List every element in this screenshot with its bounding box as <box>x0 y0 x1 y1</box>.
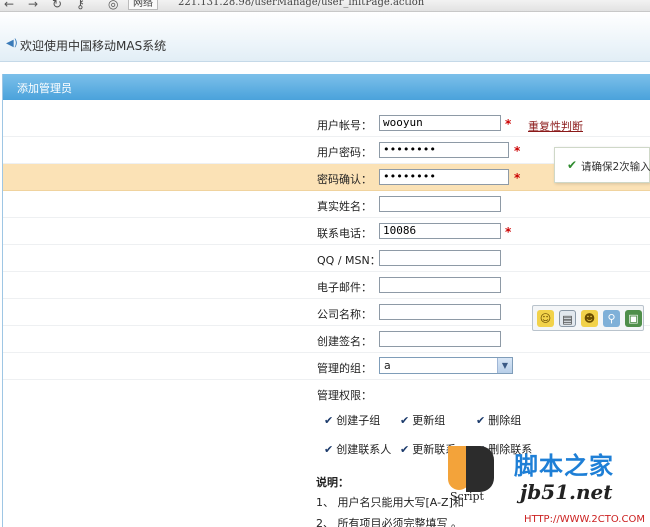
checkmark-icon[interactable]: ✔ <box>400 414 409 427</box>
password-input[interactable]: •••••••• <box>379 142 509 158</box>
permission-delete-group[interactable]: ✔ 删除组 <box>476 412 521 428</box>
checkmark-icon: ✔ <box>567 158 578 172</box>
watermark-logo: Script <box>440 444 500 508</box>
search-people-icon[interactable]: ⚲ <box>603 310 620 327</box>
required-mark: * <box>514 144 521 158</box>
logo-b-shape <box>466 446 494 492</box>
group-select-value: a <box>384 359 391 372</box>
permissions-group: ✔创建子组 ✔更新组 ✔删除组 ✔创建联系人 ✔更新联系 ✔删除联系 <box>312 398 544 460</box>
chevron-down-icon[interactable]: ▼ <box>497 358 512 373</box>
watermark-site-name: 脚本之家 <box>514 452 614 480</box>
forward-arrow-icon[interactable]: → <box>28 0 38 10</box>
browser-toolbar: ← → ↻ ⚷ ◎ 网络 221.131.28.98/userManage/us… <box>0 0 650 12</box>
account-label: 用户帐号： <box>317 119 372 132</box>
email-input[interactable] <box>379 277 501 293</box>
watermark-url: HTTP://WWW.2CTO.COM <box>524 514 645 525</box>
key-icon[interactable]: ⚷ <box>76 0 85 10</box>
confirm-password-input[interactable]: •••••••• <box>379 169 509 185</box>
smiley-icon[interactable]: ☺ <box>537 310 554 327</box>
phone-label: 联系电话： <box>317 227 372 240</box>
realname-input[interactable] <box>379 196 501 212</box>
floating-toolbar: ☺ ▤ ☻ ⚲ ▣ <box>532 305 644 331</box>
refresh-icon[interactable]: ↻ <box>52 0 62 10</box>
row-email: 电子邮件： <box>3 272 650 299</box>
row-password: 用户密码： •••••••• * <box>3 137 650 164</box>
permission-create-contact[interactable]: ✔ 创建联系人 <box>324 441 391 457</box>
row-account: 用户帐号： wooyun * 重复性判断 <box>3 110 650 137</box>
panel-header: 添加管理员 <box>3 74 650 100</box>
address-label: 网络 <box>128 0 158 10</box>
company-label: 公司名称： <box>317 308 372 321</box>
notebook-icon[interactable]: ▣ <box>625 310 642 327</box>
row-group: 管理的组： a ▼ <box>3 353 650 380</box>
confirm-password-label: 密码确认： <box>317 173 372 186</box>
required-mark: * <box>505 225 512 239</box>
signature-label: 创建签名： <box>317 335 372 348</box>
password-label: 用户密码： <box>317 146 372 159</box>
signature-input[interactable] <box>379 331 501 347</box>
permission-create-subgroup[interactable]: ✔ 创建子组 <box>324 412 380 428</box>
notes-title: 说明： <box>316 476 349 489</box>
validation-tooltip: ✔ 请确保2次输入 <box>554 147 650 183</box>
tooltip-text: 请确保2次输入 <box>581 161 650 173</box>
speaker-icon: ◀) <box>6 38 18 49</box>
group-label: 管理的组： <box>317 362 372 375</box>
email-label: 电子邮件： <box>317 281 372 294</box>
panel-title: 添加管理员 <box>17 82 72 95</box>
checkmark-icon[interactable]: ✔ <box>324 414 333 427</box>
duplicate-check-link[interactable]: 重复性判断 <box>528 118 583 134</box>
row-realname: 真实姓名： <box>3 191 650 218</box>
checkmark-icon[interactable]: ✔ <box>400 443 409 456</box>
qq-msn-label: QQ / MSN： <box>317 254 381 267</box>
account-input[interactable]: wooyun <box>379 115 501 131</box>
qq-msn-input[interactable] <box>379 250 501 266</box>
phone-input[interactable]: 10086 <box>379 223 501 239</box>
row-confirm-password: 密码确认： •••••••• * <box>3 164 650 191</box>
row-phone: 联系电话： 10086 * <box>3 218 650 245</box>
note-line-2: 2、 所有项目必须完整填写 。 <box>316 517 462 527</box>
document-icon[interactable]: ▤ <box>559 310 576 327</box>
required-mark: * <box>514 171 521 185</box>
emoticon-icon[interactable]: ☻ <box>581 310 598 327</box>
logo-script-label: Script <box>450 490 484 503</box>
required-mark: * <box>505 117 512 131</box>
back-arrow-icon[interactable]: ← <box>4 0 14 10</box>
checkmark-icon[interactable]: ✔ <box>476 414 485 427</box>
permission-update-group[interactable]: ✔ 更新组 <box>400 412 445 428</box>
company-input[interactable] <box>379 304 501 320</box>
checkmark-icon[interactable]: ✔ <box>324 443 333 456</box>
group-select[interactable]: a ▼ <box>379 357 513 374</box>
row-qq-msn: QQ / MSN： <box>3 245 650 272</box>
address-url[interactable]: 221.131.28.98/userManage/user_initPage.a… <box>178 0 424 9</box>
page-title: 欢迎使用中国移动MAS系统 <box>20 39 167 53</box>
globe-icon: ◎ <box>108 0 119 11</box>
realname-label: 真实姓名： <box>317 200 372 213</box>
watermark-site-domain: jb51.net <box>520 480 613 504</box>
